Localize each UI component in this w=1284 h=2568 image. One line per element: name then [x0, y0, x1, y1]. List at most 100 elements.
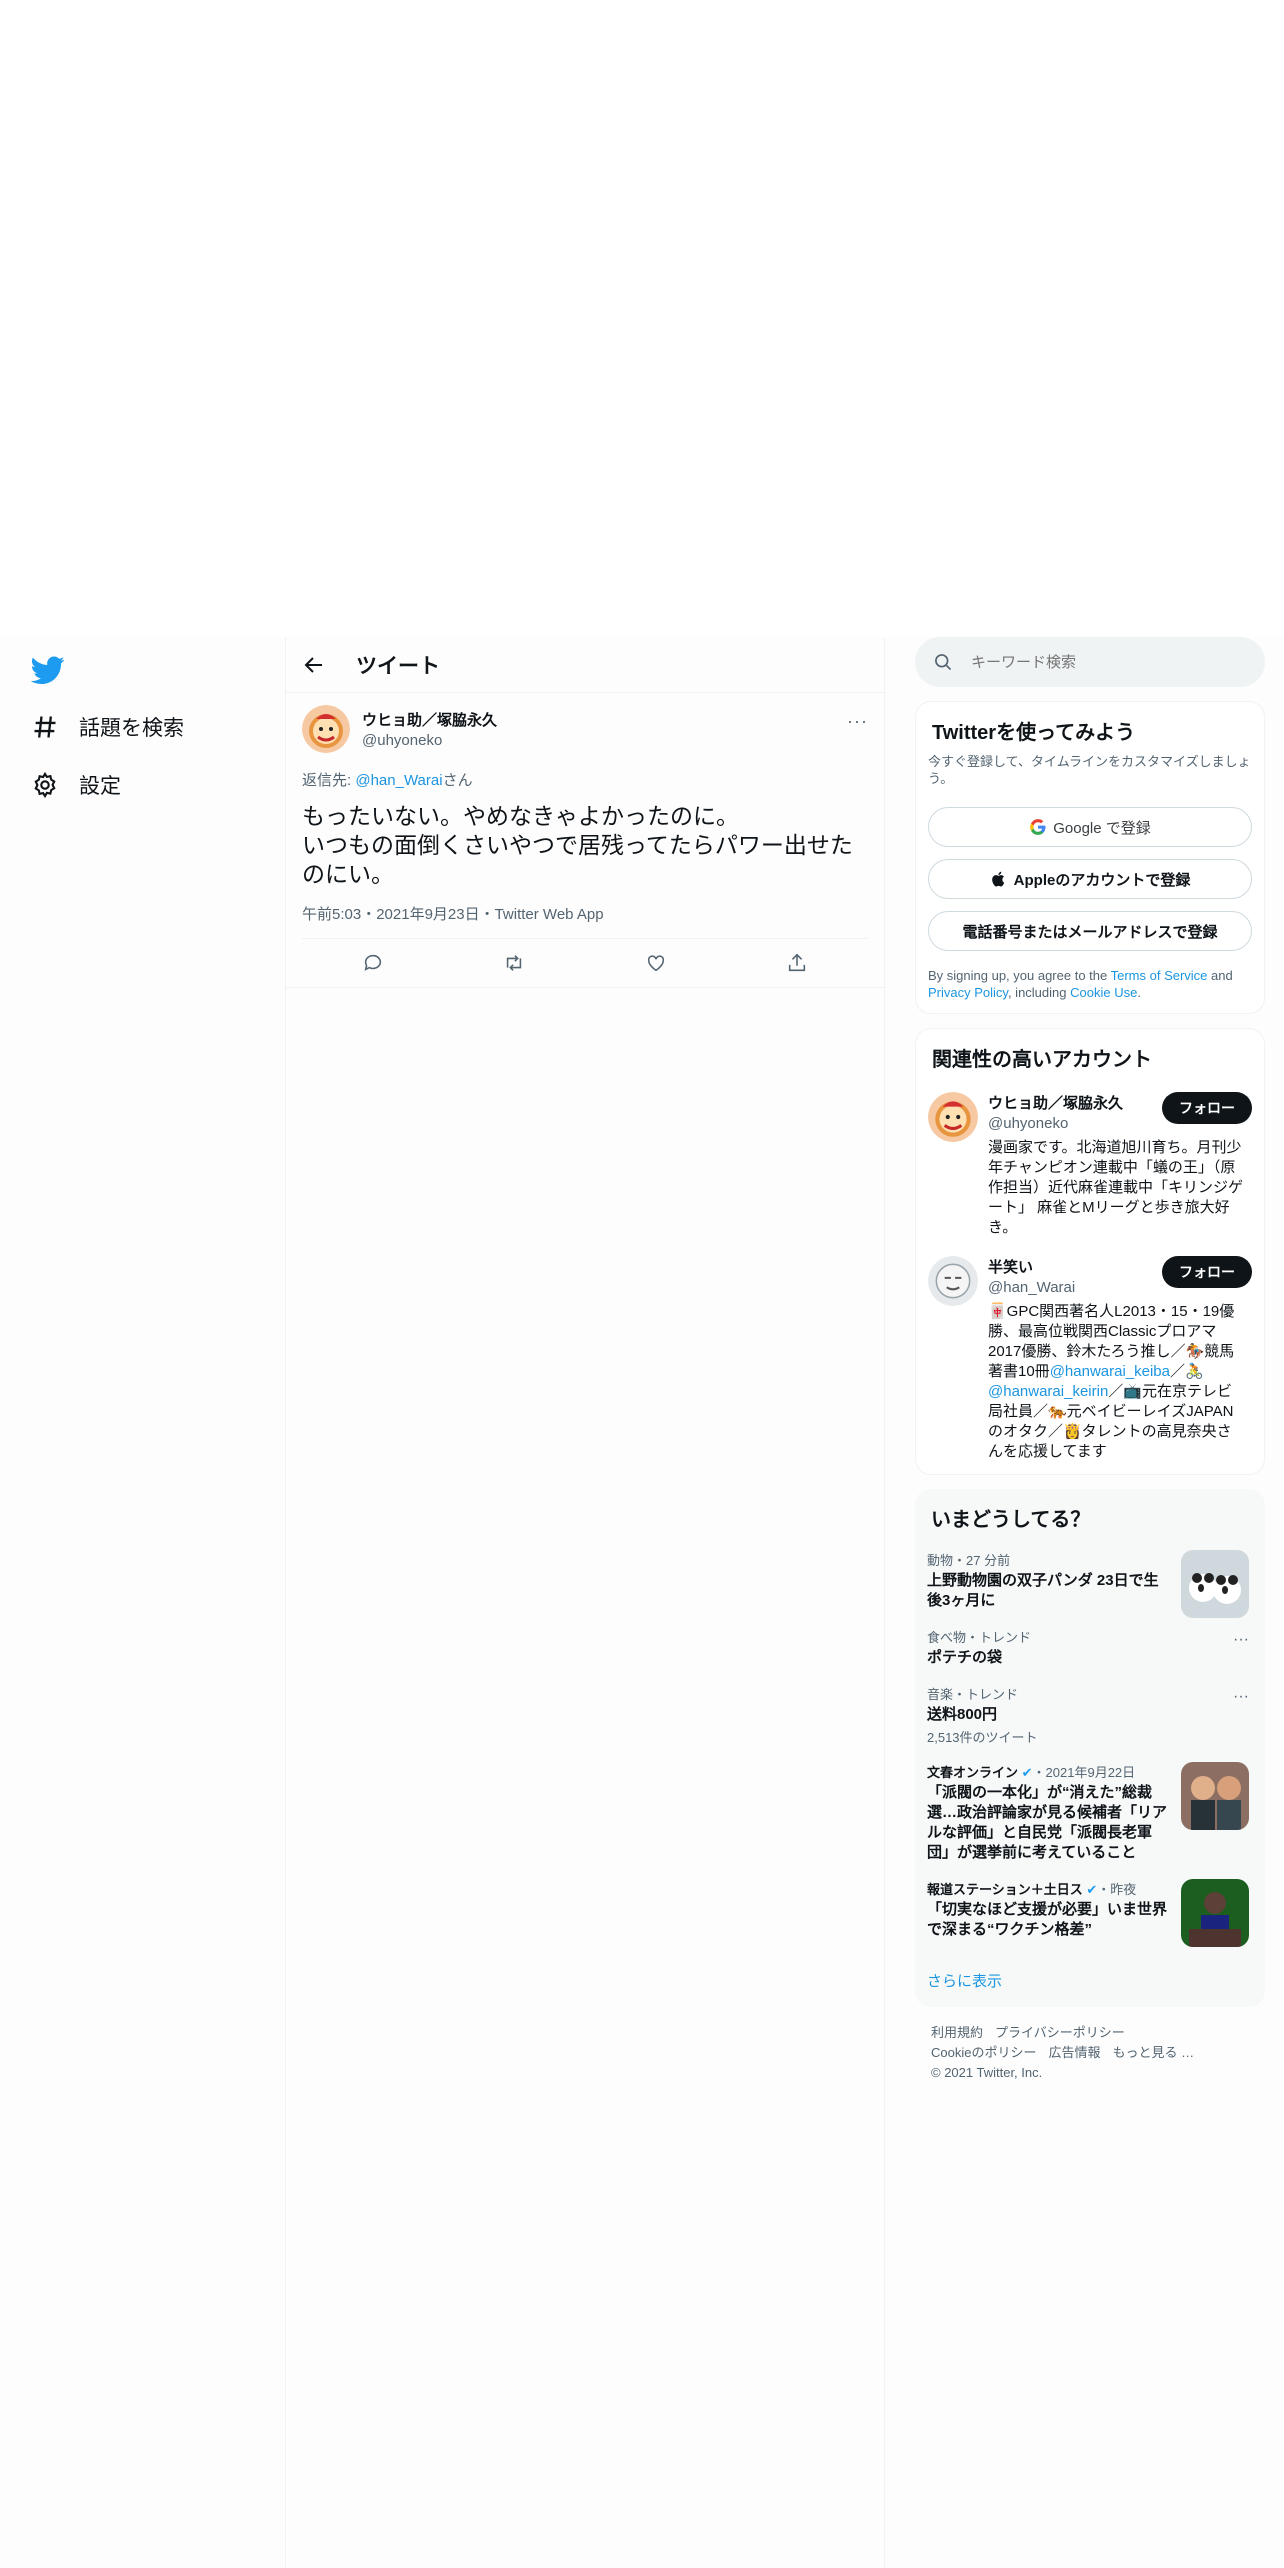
twitter-logo-icon[interactable] — [30, 653, 65, 687]
bio-link-keirin[interactable]: @hanwarai_keirin — [988, 1383, 1108, 1400]
google-signup-label: Google で登録 — [1053, 819, 1151, 837]
footer-link[interactable]: プライバシーポリシー — [995, 2025, 1125, 2040]
avatar[interactable] — [302, 705, 350, 753]
trend-category: 動物・27 分前 — [927, 1553, 1011, 1568]
retweet-icon[interactable] — [503, 952, 525, 974]
trend-count: 2,513件のツイート — [927, 1730, 1038, 1745]
signup-card: Twitterを使ってみよう 今すぐ登録して、タイムラインをカスタマイズしましょ… — [915, 701, 1265, 1014]
terms-text-including: , including — [1007, 985, 1071, 1000]
trend-more-icon[interactable]: ··· — [1233, 1688, 1249, 1706]
copyright: © 2021 Twitter, Inc. — [931, 2065, 1043, 2080]
trend-category: 音楽・トレンド — [927, 1687, 1019, 1702]
trend-title: 「派閥の一本化」が“消えた”総裁選…政治評論家が見る候補者「リアルな評価」と自民… — [927, 1784, 1168, 1861]
follow-button[interactable]: フォロー — [1162, 1092, 1252, 1124]
bio-link-keiba[interactable]: @hanwarai_keiba — [1050, 1363, 1170, 1380]
author-name[interactable]: ウヒョ助／塚脇永久 — [362, 709, 497, 730]
trend-item[interactable]: 食べ物・トレンド ポテチの袋 ··· — [927, 1627, 1253, 1668]
terms-text-end: . — [1137, 985, 1141, 1000]
follow-button[interactable]: フォロー — [1162, 1256, 1252, 1288]
news-thumbnail — [1181, 1762, 1249, 1830]
nav-explore[interactable]: 話題を検索 — [31, 707, 184, 747]
search-box[interactable] — [915, 637, 1265, 687]
apple-icon — [991, 871, 1004, 887]
related-title: 関連性の高いアカウント — [932, 1049, 1152, 1071]
left-nav: 話題を検索 設定 — [0, 637, 285, 2568]
apple-signup-button[interactable]: Appleのアカウントで登録 — [928, 859, 1252, 899]
bio-text: ／🚴 — [1170, 1363, 1204, 1380]
tweet: ウヒョ助／塚脇永久 @uhyoneko ··· 返信先: @han_Waraiさ… — [286, 693, 884, 988]
signup-subtitle: 今すぐ登録して、タイムラインをカスタマイズしましょう。 — [928, 754, 1251, 786]
account-bio: 漫画家です。北海道旭川育ち。月刊少年チャンピオン連載中「蟻の王」（原作担当）近代… — [988, 1139, 1244, 1236]
signup-terms: By signing up, you agree to the Terms of… — [928, 967, 1252, 1001]
footer-link[interactable]: Cookieのポリシー — [931, 2045, 1036, 2060]
tweet-meta[interactable]: 午前5:03・2021年9月23日・Twitter Web App — [302, 903, 868, 939]
related-accounts-card: 関連性の高いアカウント ウヒョ助／塚脇永久 @uhyoneko 漫画家です。北海… — [915, 1028, 1265, 1475]
privacy-policy-link[interactable]: Privacy Policy — [928, 985, 1008, 1000]
tweet-actions — [302, 939, 868, 987]
account-bio: 🀄GPC関西著名人L2013・15・19優勝、最高位戦関西Classicプロアマ… — [988, 1302, 1246, 1462]
page: 話題を検索 設定 ツイート ウヒョ助／塚脇永久 @uhyoneko ··· 返信… — [0, 637, 1284, 2568]
trends-card: いまどうしてる？ 動物・27 分前 上野動物園の双子パンダ 23日で生後3ヶ月に… — [915, 1489, 1265, 2007]
nav-explore-label: 話題を検索 — [79, 717, 184, 740]
reply-suffix: さん — [442, 772, 473, 789]
trend-more-icon[interactable]: ··· — [1233, 1631, 1249, 1649]
phone-signup-label: 電話番号またはメールアドレスで登録 — [962, 923, 1218, 941]
trend-source: 報道ステーション＋土日ス ✔・昨夜 — [927, 1879, 1173, 1898]
tweet-header: ウヒョ助／塚脇永久 @uhyoneko ··· — [302, 705, 868, 757]
phone-email-signup-button[interactable]: 電話番号またはメールアドレスで登録 — [928, 911, 1252, 951]
terms-text-and: and — [1207, 968, 1233, 983]
avatar[interactable] — [928, 1256, 978, 1306]
hashtag-icon — [34, 716, 56, 738]
reply-prefix: 返信先: — [302, 772, 356, 789]
terms-of-service-link[interactable]: Terms of Service — [1111, 968, 1208, 983]
trend-title: ポテチの袋 — [927, 1649, 1003, 1666]
verified-icon: ✔ — [1086, 1882, 1098, 1897]
trend-item[interactable]: 報道ステーション＋土日ス ✔・昨夜 「切実なほど支援が必要」いま世界で深まる“ワ… — [927, 1879, 1253, 1947]
verified-icon: ✔ — [1021, 1765, 1033, 1780]
trend-item[interactable]: 文春オンライン ✔・2021年9月22日 「派閥の一本化」が“消えた”総裁選…政… — [927, 1762, 1253, 1863]
trend-category: 食べ物・トレンド — [927, 1630, 1032, 1645]
page-title: ツイート — [356, 654, 440, 678]
trend-item[interactable]: 音楽・トレンド 送料800円 2,513件のツイート ··· — [927, 1684, 1253, 1746]
footer-link[interactable]: もっと見る … — [1112, 2045, 1194, 2060]
trend-source: 文春オンライン ✔・2021年9月22日 — [927, 1762, 1173, 1781]
reply-handle-link[interactable]: @han_Warai — [355, 772, 442, 789]
gear-icon — [34, 771, 56, 799]
main-column: ツイート ウヒョ助／塚脇永久 @uhyoneko ··· 返信先: @han_W… — [285, 637, 885, 2568]
like-icon[interactable] — [645, 952, 667, 974]
trend-title: 上野動物園の双子パンダ 23日で生後3ヶ月に — [927, 1572, 1159, 1609]
nav-settings-label: 設定 — [79, 775, 121, 798]
news-thumbnail — [1181, 1879, 1249, 1947]
trend-item[interactable]: 動物・27 分前 上野動物園の双子パンダ 23日で生後3ヶ月に — [927, 1550, 1253, 1618]
signup-title: Twitterを使ってみよう — [932, 722, 1136, 744]
footer-link[interactable]: 利用規約 — [931, 2025, 983, 2040]
account-item[interactable]: ウヒョ助／塚脇永久 @uhyoneko 漫画家です。北海道旭川育ち。月刊少年チャ… — [928, 1092, 1252, 1238]
share-icon[interactable] — [786, 952, 808, 974]
nav-settings[interactable]: 設定 — [31, 765, 121, 805]
reply-icon[interactable] — [362, 952, 384, 974]
account-item[interactable]: 半笑い @han_Warai 🀄GPC関西著名人L2013・15・19優勝、最高… — [928, 1256, 1252, 1462]
footer: 利用規約 プライバシーポリシー Cookieのポリシー 広告情報 もっと見る … © … — [915, 2007, 1265, 2099]
search-input[interactable] — [971, 653, 1231, 671]
panda-thumbnail — [1181, 1550, 1249, 1618]
google-icon — [1030, 819, 1046, 835]
trend-title: 「切実なほど支援が必要」いま世界で深まる“ワクチン格差” — [927, 1901, 1168, 1938]
show-more-link[interactable]: さらに表示 — [927, 1970, 1253, 1995]
back-arrow-icon[interactable] — [302, 653, 326, 677]
more-options-icon[interactable]: ··· — [847, 711, 868, 732]
reply-to: 返信先: @han_Waraiさん — [302, 769, 868, 790]
cookie-use-link[interactable]: Cookie Use — [1070, 985, 1137, 1000]
tweet-text: もったいない。やめなきゃよかったのに。 いつもの面倒くさいやつで居残ってたらパワ… — [302, 803, 853, 887]
google-signup-button[interactable]: Google で登録 — [928, 807, 1252, 847]
author-handle[interactable]: @uhyoneko — [362, 732, 497, 749]
terms-text: By signing up, you agree to the — [928, 968, 1111, 983]
avatar[interactable] — [928, 1092, 978, 1142]
source-name: 文春オンライン — [927, 1765, 1019, 1780]
source-name: 報道ステーション＋土日ス — [927, 1882, 1083, 1897]
search-icon — [935, 654, 952, 671]
trends-title: いまどうしてる？ — [931, 1509, 1091, 1531]
apple-signup-label: Appleのアカウントで登録 — [1013, 871, 1191, 889]
page-header: ツイート — [286, 637, 884, 693]
footer-link[interactable]: 広告情報 — [1048, 2045, 1100, 2060]
trend-title: 送料800円 — [927, 1706, 998, 1723]
